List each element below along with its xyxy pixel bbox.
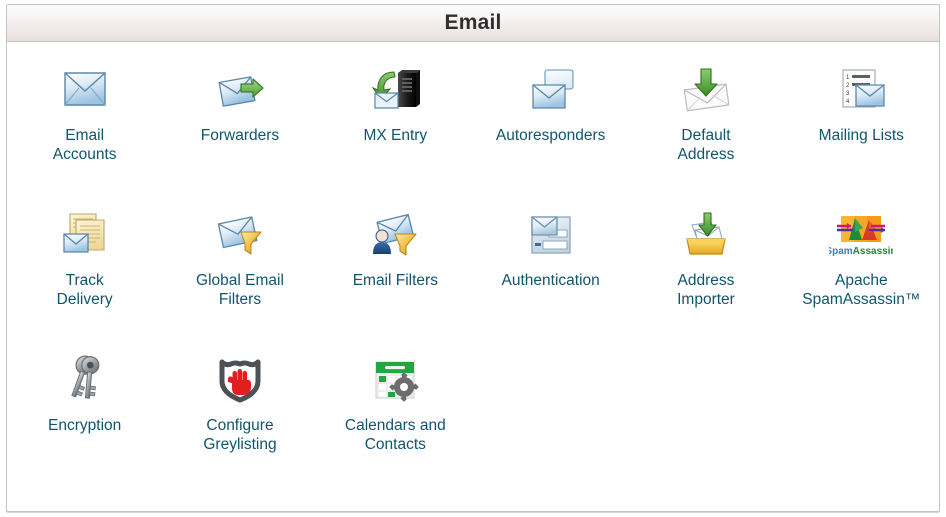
icon-row: Email Accounts Forwarders MX Entry Autor… (7, 52, 939, 197)
tile-label: MX Entry (363, 127, 428, 144)
tile-label: Default Address (677, 127, 735, 163)
tile-label: Apache SpamAssassin™ (802, 272, 921, 308)
icon-row: Encryption Configure Greylisting Calenda… (7, 342, 939, 487)
tile-mailing-lists[interactable]: 12 34 Mailing Lists (784, 52, 939, 197)
user-envelope-funnel-icon (363, 203, 427, 267)
tile-authentication[interactable]: Authentication (473, 197, 628, 342)
icon-row: Track Delivery Global Email Filters Emai… (7, 197, 939, 342)
envelope-form-card-icon (519, 203, 583, 267)
tile-empty-slot (473, 342, 628, 487)
envelope-icon (53, 58, 117, 122)
tile-label: Forwarders (200, 127, 280, 144)
tile-global-email-filters[interactable]: Global Email Filters (162, 197, 317, 342)
tile-label: Global Email Filters (196, 272, 284, 308)
tile-apache-spamassassin[interactable]: SpamAssassin Apache SpamAssassin™ (784, 197, 939, 342)
shield-red-hand-icon (208, 348, 272, 412)
envelope-funnel-icon (208, 203, 272, 267)
tile-configure-greylisting[interactable]: Configure Greylisting (162, 342, 317, 487)
calendar-gear-icon (363, 348, 427, 412)
envelope-down-arrow-icon (674, 58, 738, 122)
tile-label: Authentication (501, 272, 600, 289)
keys-icon (53, 348, 117, 412)
tile-mx-entry[interactable]: MX Entry (318, 52, 473, 197)
tile-empty-slot (784, 342, 939, 487)
envelope-speech-bubble-icon (519, 58, 583, 122)
numbered-list-envelope-icon: 12 34 (829, 58, 893, 122)
icon-grid: Email Accounts Forwarders MX Entry Autor… (7, 42, 939, 511)
tile-email-filters[interactable]: Email Filters (318, 197, 473, 342)
tile-calendars-and-contacts[interactable]: Calendars and Contacts (318, 342, 473, 487)
tile-label: Calendars and Contacts (344, 417, 446, 453)
tile-label: Email Accounts (52, 127, 117, 163)
tile-label: Email Filters (352, 272, 438, 289)
tile-default-address[interactable]: Default Address (628, 52, 783, 197)
tile-autoresponders[interactable]: Autoresponders (473, 52, 628, 197)
tile-track-delivery[interactable]: Track Delivery (7, 197, 162, 342)
tile-address-importer[interactable]: Address Importer (628, 197, 783, 342)
tile-forwarders[interactable]: Forwarders (162, 52, 317, 197)
page-title: Email (444, 11, 502, 34)
spamassassin-logo-icon: SpamAssassin (829, 203, 893, 267)
tile-label: Autoresponders (495, 127, 606, 144)
tile-label: Track Delivery (56, 272, 113, 308)
tile-label: Configure Greylisting (203, 417, 277, 453)
envelope-forward-arrow-icon (208, 58, 272, 122)
email-panel: Email Email Accounts Forwarders MX Entry… (6, 4, 940, 512)
panel-header: Email (7, 5, 939, 42)
tile-label: Mailing Lists (818, 127, 904, 144)
documents-envelope-icon (53, 203, 117, 267)
server-tower-envelope-icon (363, 58, 427, 122)
inbox-tray-down-arrow-icon (674, 203, 738, 267)
tile-label: Address Importer (677, 272, 735, 308)
svg-text:SpamAssassin: SpamAssassin (829, 246, 893, 257)
tile-empty-slot (628, 342, 783, 487)
tile-label: Encryption (48, 417, 122, 434)
tile-encryption[interactable]: Encryption (7, 342, 162, 487)
tile-email-accounts[interactable]: Email Accounts (7, 52, 162, 197)
